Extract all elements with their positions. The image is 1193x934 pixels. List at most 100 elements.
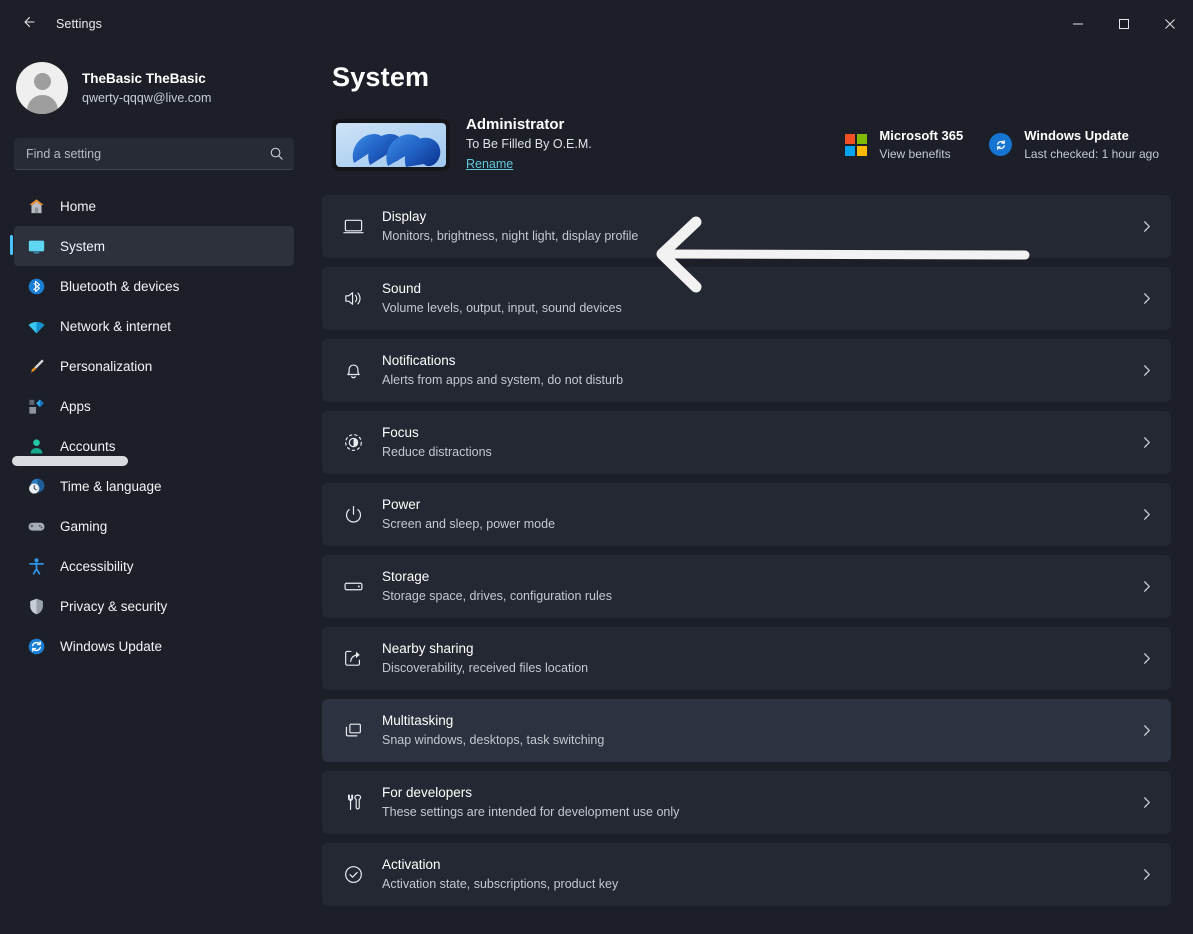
card-title: Windows Update	[1024, 128, 1129, 144]
chevron-right-icon[interactable]	[1140, 796, 1155, 809]
chevron-right-icon[interactable]	[1140, 652, 1155, 665]
chevron-right-icon[interactable]	[1140, 436, 1155, 449]
sidebar-item-privacy-security[interactable]: Privacy & security	[14, 586, 294, 626]
sidebar-item-label: Privacy & security	[60, 598, 168, 614]
settings-row-display[interactable]: Display Monitors, brightness, night ligh…	[322, 194, 1171, 258]
sidebar-item-label: Accessibility	[60, 558, 134, 574]
minimize-button[interactable]	[1055, 0, 1101, 48]
settings-row-power[interactable]: Power Screen and sleep, power mode	[322, 482, 1171, 546]
sidebar-item-apps[interactable]: Apps	[14, 386, 294, 426]
app-shell: TheBasic TheBasic qwerty-qqqw@live.com F…	[0, 48, 1193, 934]
card-title: Microsoft 365	[879, 128, 964, 144]
settings-row-multitasking[interactable]: Multitasking Snap windows, desktops, tas…	[322, 698, 1171, 762]
settings-row-nearby-sharing[interactable]: Nearby sharing Discoverability, received…	[322, 626, 1171, 690]
sidebar-item-label: Gaming	[60, 518, 108, 534]
maximize-button[interactable]	[1101, 0, 1147, 48]
sidebar-item-gaming[interactable]: Gaming	[14, 506, 294, 546]
row-title: For developers	[382, 784, 473, 800]
speaker-icon	[338, 288, 368, 309]
window-title: Settings	[56, 17, 102, 31]
settings-row-storage[interactable]: Storage Storage space, drives, configura…	[322, 554, 1171, 618]
window-controls	[1055, 0, 1193, 48]
sidebar-item-accessibility[interactable]: Accessibility	[14, 546, 294, 586]
sidebar-item-windows-update[interactable]: Windows Update	[14, 626, 294, 666]
sidebar-item-home[interactable]: Home	[14, 186, 294, 226]
wifi-icon	[26, 316, 46, 336]
back-button[interactable]	[8, 8, 48, 40]
chevron-right-icon[interactable]	[1140, 292, 1155, 305]
sidebar-item-personalization[interactable]: Personalization	[14, 346, 294, 386]
row-title: Sound	[382, 280, 422, 296]
sidebar-item-accounts[interactable]: Accounts	[14, 426, 294, 466]
chevron-right-icon[interactable]	[1140, 508, 1155, 521]
update-refresh-icon	[989, 133, 1013, 157]
search-input[interactable]	[26, 146, 269, 161]
row-title: Focus	[382, 424, 419, 440]
close-icon	[1164, 18, 1176, 30]
home-icon	[26, 196, 46, 216]
row-title: Nearby sharing	[382, 640, 474, 656]
bell-icon	[338, 360, 368, 381]
sidebar-item-label: Apps	[60, 398, 91, 414]
maximize-icon	[1118, 18, 1130, 30]
settings-row-focus[interactable]: Focus Reduce distractions	[322, 410, 1171, 474]
row-title: Multitasking	[382, 712, 454, 728]
check-circle-icon	[338, 864, 368, 885]
clock-globe-icon	[26, 476, 46, 496]
power-icon	[338, 504, 368, 525]
sidebar-item-label: Time & language	[60, 478, 162, 494]
account-person-icon	[26, 436, 46, 456]
settings-row-for-developers[interactable]: For developers These settings are intend…	[322, 770, 1171, 834]
chevron-right-icon[interactable]	[1140, 580, 1155, 593]
sidebar-item-label: Home	[60, 198, 97, 214]
row-subtitle: Activation state, subscriptions, product…	[382, 876, 619, 891]
row-subtitle: Monitors, brightness, night light, displ…	[382, 228, 639, 243]
minimize-icon	[1072, 18, 1084, 30]
sidebar-item-bluetooth-devices[interactable]: Bluetooth & devices	[14, 266, 294, 306]
rename-link[interactable]: Rename	[466, 156, 513, 173]
chevron-right-icon[interactable]	[1140, 364, 1155, 377]
card-subtitle: Last checked: 1 hour ago	[1024, 147, 1159, 162]
device-header: Administrator To Be Filled By O.E.M. Ren…	[332, 115, 1171, 175]
row-subtitle: Reduce distractions	[382, 444, 492, 459]
row-title: Notifications	[382, 352, 456, 368]
main-content: System Administrator To Be Filled By O.E…	[310, 48, 1193, 934]
apps-icon	[26, 396, 46, 416]
settings-list: Display Monitors, brightness, night ligh…	[322, 194, 1171, 906]
device-model: To Be Filled By O.E.M.	[466, 137, 592, 152]
row-subtitle: Screen and sleep, power mode	[382, 516, 556, 531]
sidebar-item-system[interactable]: System	[10, 226, 294, 266]
device-thumbnail	[332, 118, 450, 171]
account-email: qwerty-qqqw@live.com	[82, 90, 212, 105]
close-button[interactable]	[1147, 0, 1193, 48]
chevron-right-icon[interactable]	[1140, 220, 1155, 233]
search-box[interactable]	[14, 138, 294, 170]
sidebar-item-label: Accounts	[60, 438, 116, 454]
sidebar-item-time-language[interactable]: Time & language	[14, 466, 294, 506]
settings-row-activation[interactable]: Activation Activation state, subscriptio…	[322, 842, 1171, 906]
chevron-right-icon[interactable]	[1140, 868, 1155, 881]
sidebar-nav: Home System Bluetooth & devices Network …	[0, 186, 310, 666]
sidebar-item-label: System	[60, 238, 106, 254]
chevron-right-icon[interactable]	[1140, 724, 1155, 737]
paintbrush-icon	[26, 356, 46, 376]
multitasking-windows-icon	[338, 720, 368, 741]
title-bar: Settings	[0, 0, 1193, 48]
account-name: TheBasic TheBasic	[82, 71, 206, 87]
settings-row-sound[interactable]: Sound Volume levels, output, input, soun…	[322, 266, 1171, 330]
row-subtitle: These settings are intended for developm…	[382, 804, 680, 819]
settings-row-notifications[interactable]: Notifications Alerts from apps and syste…	[322, 338, 1171, 402]
monitor-icon	[338, 216, 368, 237]
row-title: Power	[382, 496, 421, 512]
row-title: Display	[382, 208, 427, 224]
row-title: Storage	[382, 568, 430, 584]
row-subtitle: Volume levels, output, input, sound devi…	[382, 300, 622, 315]
windows-update-card[interactable]: Windows Update Last checked: 1 hour ago	[989, 127, 1159, 162]
search-icon[interactable]	[269, 146, 284, 161]
sidebar-item-network-internet[interactable]: Network & internet	[14, 306, 294, 346]
microsoft-365-card[interactable]: Microsoft 365 View benefits	[845, 127, 963, 162]
microsoft-logo-icon	[845, 133, 868, 156]
account-block[interactable]: TheBasic TheBasic qwerty-qqqw@live.com	[0, 52, 310, 124]
developer-tools-icon	[338, 792, 368, 813]
gamepad-icon	[26, 516, 46, 536]
